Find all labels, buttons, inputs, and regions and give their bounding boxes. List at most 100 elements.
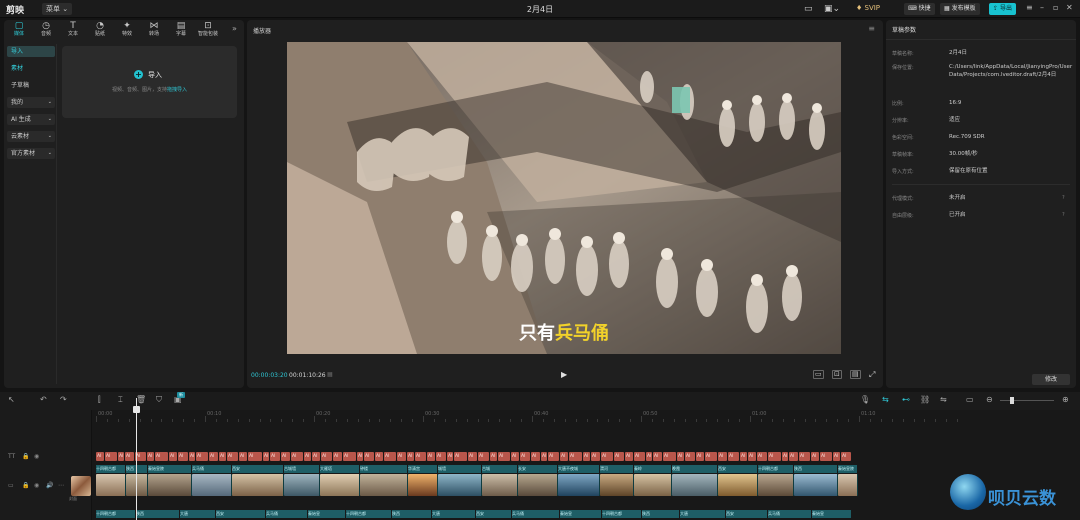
sidebar-item-0[interactable]: 导入 [7,46,55,57]
text-clip[interactable]: AI [169,452,177,461]
text-clip[interactable]: AI [239,452,247,461]
text-clip[interactable]: AI [155,452,168,461]
sidebar-item-6[interactable]: 官方素材 ⌄ [7,148,55,159]
text-clip[interactable]: AI [125,452,134,461]
sidebar-item-5[interactable]: 云素材 ⌄ [7,131,55,142]
text-clip[interactable]: AI [614,452,624,461]
video-clip[interactable] [794,474,838,496]
video-clip[interactable] [192,474,232,496]
redo-icon[interactable]: ↷ [60,395,67,404]
video-clip[interactable] [320,474,360,496]
shortcut-button[interactable]: ⌨ 快捷 [904,3,935,15]
fit-view-icon[interactable]: ▭ [813,370,824,379]
text-clip[interactable]: AI [685,452,695,461]
zoom-slider-handle[interactable] [1010,397,1014,404]
zoom-slider[interactable] [1000,400,1054,401]
audio-clip-label[interactable]: 兵马俑 [512,510,559,518]
menu-lines-icon[interactable]: ≡ [1026,3,1033,12]
text-clip[interactable]: AI [625,452,633,461]
monitor-icon[interactable]: ▭ [804,3,813,15]
cover-thumbnail[interactable] [71,476,91,496]
text-clip[interactable]: AI [343,452,356,461]
text-clip[interactable]: AI [478,452,489,461]
layout-icon[interactable]: ▣⌄ [824,3,840,15]
video-clip[interactable] [838,474,858,496]
text-clip[interactable]: AI [601,452,613,461]
split-left-icon[interactable]: ⌶ [118,395,123,405]
text-clip[interactable]: AI [196,452,208,461]
video-clip[interactable] [148,474,192,496]
audio-clip-label[interactable]: 陕西 [642,510,679,518]
text-clip[interactable]: AI [384,452,396,461]
text-clip[interactable]: AI [321,452,332,461]
audio-clip-label[interactable]: 大唐 [680,510,725,518]
export-button[interactable]: ⇪ 导出 [989,3,1016,15]
video-clip[interactable] [284,474,320,496]
text-clip[interactable]: AI [646,452,652,461]
text-clip[interactable]: AI [820,452,832,461]
text-clip[interactable]: AI [447,452,453,461]
text-clip[interactable]: AI [811,452,819,461]
text-clip[interactable]: AI [531,452,540,461]
audio-clip-label[interactable]: 十四朝古都 [96,510,135,518]
audio-clip-label[interactable]: 陕西 [136,510,179,518]
tab-tool-3[interactable]: ◔ 贴纸 [89,21,111,38]
audio-clip-label[interactable]: 秦始皇 [812,510,851,518]
auto-snap-icon[interactable]: ⊷ [902,395,910,404]
audio-clip-label[interactable]: 兵马俑 [266,510,307,518]
text-clip[interactable]: AI [407,452,414,461]
playhead[interactable] [136,398,137,520]
minimize-icon[interactable]: – [1040,3,1044,12]
text-clip[interactable]: AI [511,452,519,461]
text-clip[interactable]: AI [520,452,530,461]
help-icon[interactable]: ? [1062,195,1065,201]
tab-tool-6[interactable]: ▤ 字幕 [170,21,192,38]
caption-icon[interactable]: ▭ [966,395,974,404]
text-clip[interactable]: AI [757,452,767,461]
text-clip[interactable]: AI [468,452,477,461]
sidebar-item-1[interactable]: 素材 [7,63,55,74]
audio-clip-label[interactable]: 西安 [726,510,767,518]
tab-tool-1[interactable]: ◷ 音频 [35,21,57,38]
text-clip[interactable]: AI [799,452,810,461]
zoom-in-icon[interactable]: ⊕ [1062,395,1069,404]
tab-tool-5[interactable]: ⋈ 转场 [143,21,165,38]
import-dropzone[interactable]: + 导入 视频、音频、图片，支持拖拽导入 [62,46,237,118]
video-clip[interactable] [600,474,634,496]
text-clip[interactable]: AI [304,452,311,461]
video-clip[interactable] [718,474,758,496]
text-clip[interactable]: AI [653,452,662,461]
audio-clip-label[interactable]: 十四朝古都 [602,510,641,518]
text-clip[interactable]: AI [740,452,747,461]
tab-tool-2[interactable]: T 文本 [62,21,84,38]
split-icon[interactable]: ⫿ [98,395,101,405]
video-clip[interactable] [482,474,518,496]
help-icon[interactable]: ? [1062,212,1065,218]
delete-icon[interactable]: 🗑 [136,395,146,404]
fullscreen-icon[interactable]: ⤢ [869,370,875,380]
text-clip[interactable]: AI [397,452,406,461]
text-clip[interactable]: AI [591,452,600,461]
publish-template-button[interactable]: ▦ 发布模板 [940,3,980,15]
video-clip[interactable] [360,474,408,496]
text-clip[interactable]: AI [147,452,154,461]
text-clip[interactable]: AI [281,452,290,461]
text-clip[interactable]: AI [569,452,582,461]
zoom-out-icon[interactable]: ⊖ [986,395,993,404]
text-clip[interactable]: AI [118,452,124,461]
lock-icon[interactable]: 🔒 [22,482,29,489]
preview-axis-icon[interactable]: ⇋ [940,395,947,404]
svip-badge[interactable]: ♦ SVIP [856,4,880,12]
ratio-icon[interactable]: ▤ [850,370,861,379]
tab-tool-7[interactable]: ⊡ 智能包装 [197,21,219,38]
mute-icon[interactable]: 🔊 [46,482,53,489]
text-clip[interactable]: AI [178,452,188,461]
text-clip[interactable]: AI [490,452,497,461]
text-clip[interactable]: AI [677,452,684,461]
text-clip[interactable]: AI [728,452,739,461]
tab-tool-0[interactable]: ▢ 媒体 [8,21,30,38]
video-clip[interactable] [232,474,284,496]
text-clip[interactable]: AI [312,452,320,461]
menu-button[interactable]: 菜单 ⌄ [42,3,73,15]
video-clip[interactable] [408,474,438,496]
